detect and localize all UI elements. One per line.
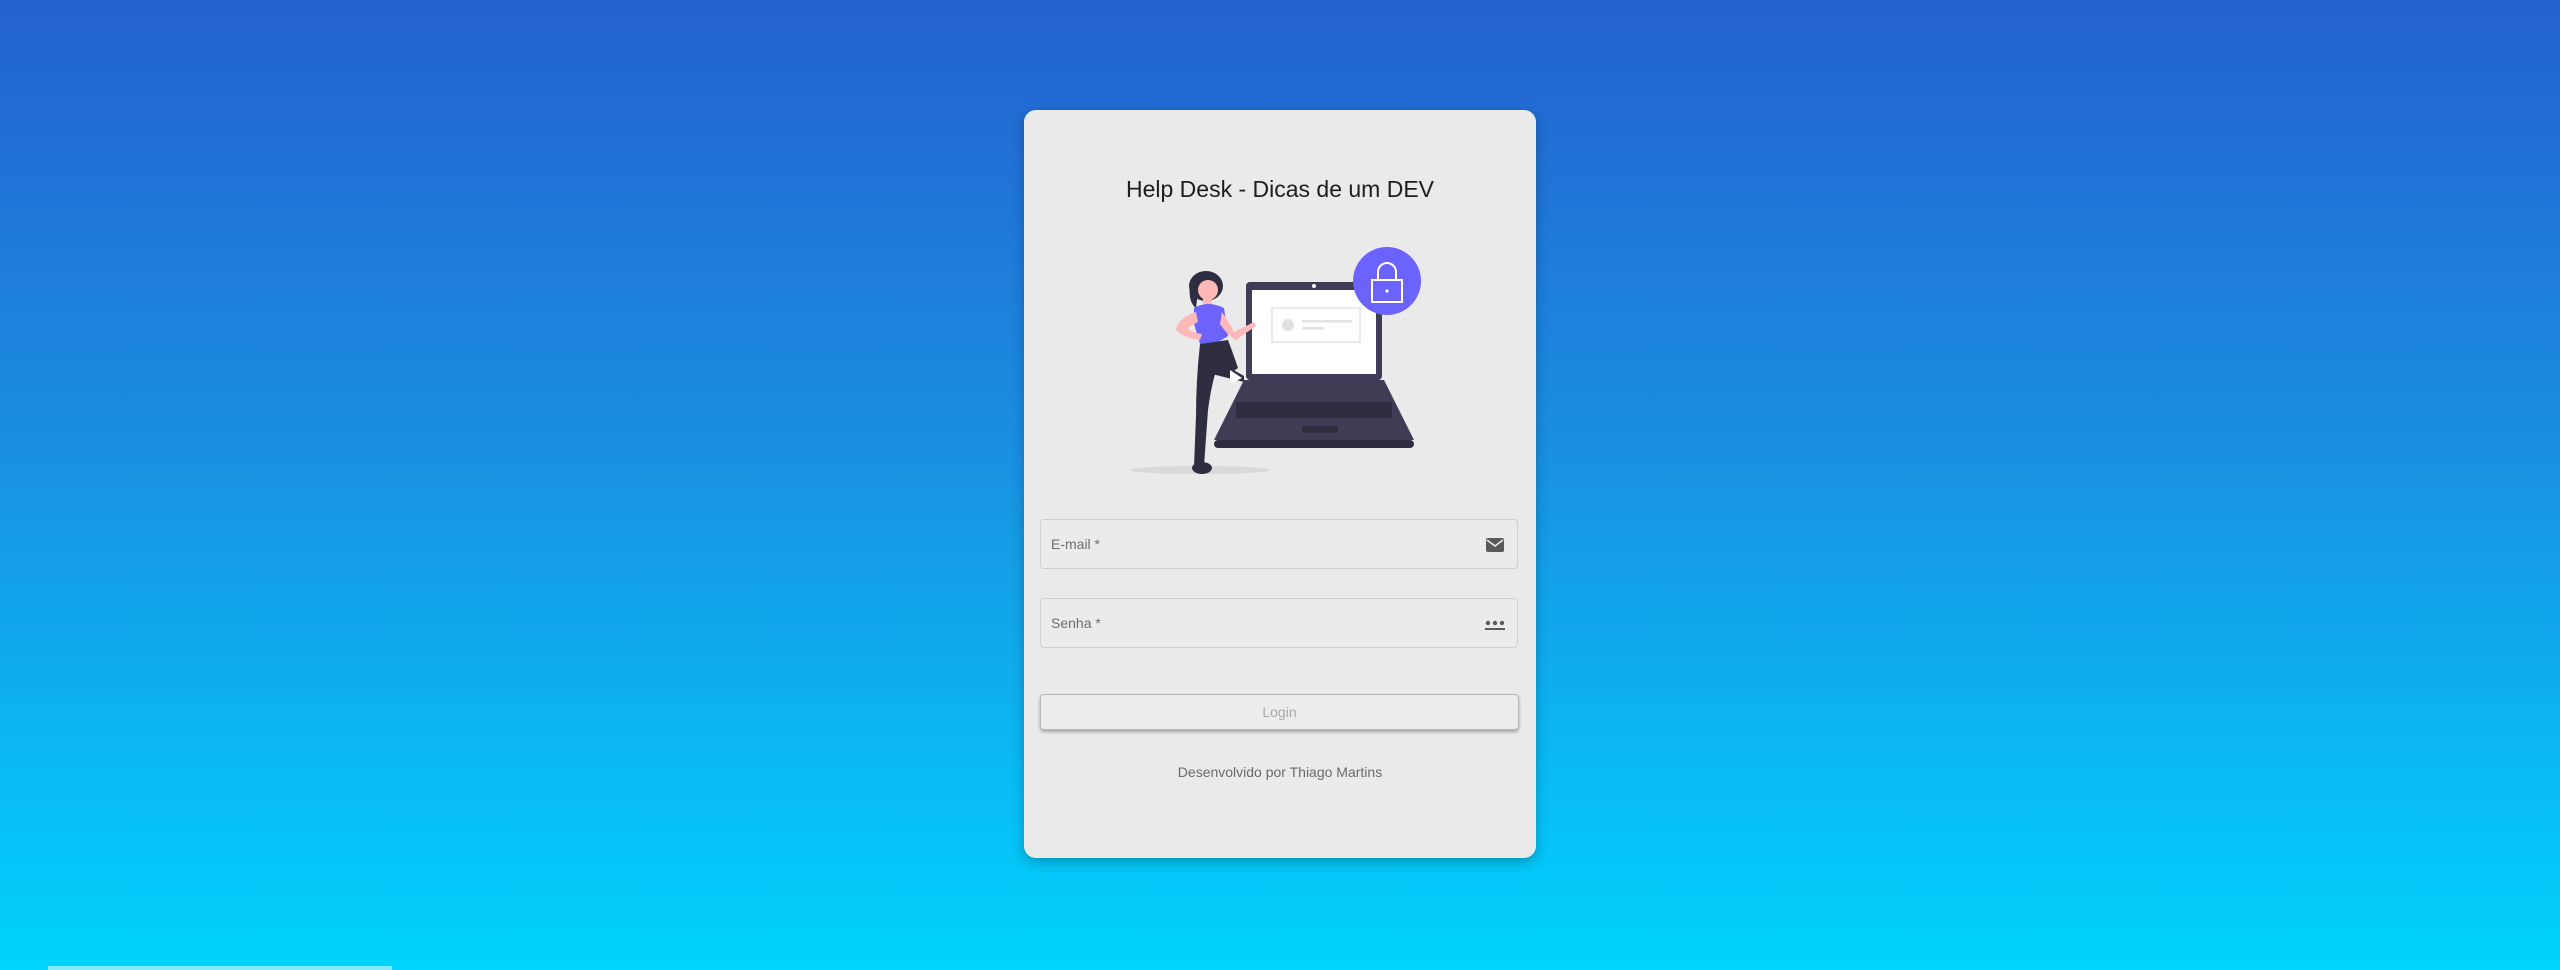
page-title: Help Desk - Dicas de um DEV bbox=[1125, 176, 1435, 202]
login-card: Help Desk - Dicas de um DEV E-mail * Log… bbox=[1024, 110, 1536, 858]
email-input[interactable] bbox=[1041, 520, 1517, 568]
lock-icon bbox=[1353, 247, 1421, 315]
password-input[interactable] bbox=[1041, 599, 1517, 647]
page-bottom-divider bbox=[48, 966, 392, 970]
email-field[interactable] bbox=[1040, 519, 1518, 569]
password-dots-icon bbox=[1485, 620, 1505, 630]
mail-icon bbox=[1486, 538, 1504, 552]
password-field[interactable] bbox=[1040, 598, 1518, 648]
developer-credit: Desenvolvido por Thiago Martins bbox=[1177, 764, 1383, 780]
login-illustration bbox=[1130, 247, 1421, 474]
login-button[interactable]: Login bbox=[1040, 694, 1519, 730]
